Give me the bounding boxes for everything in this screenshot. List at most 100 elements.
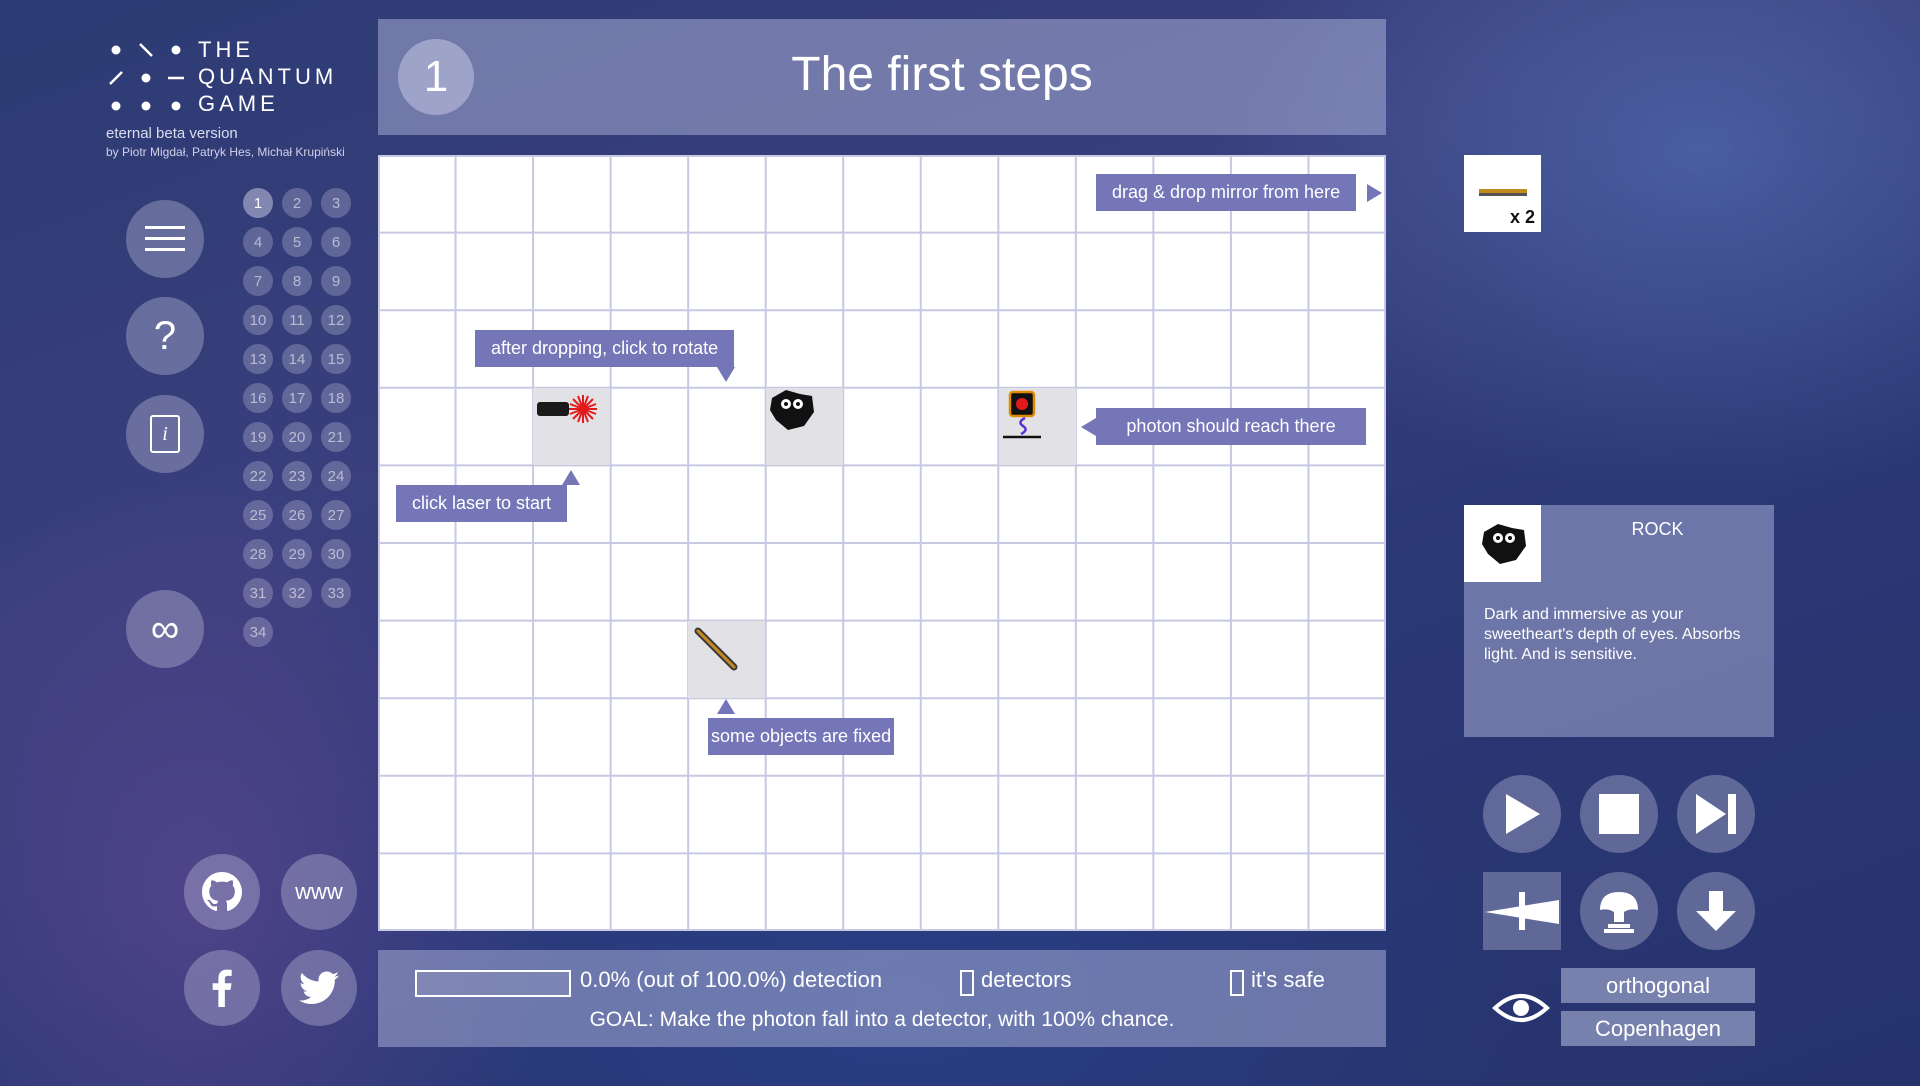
- level-button-33[interactable]: 33: [321, 578, 351, 608]
- level-button-19[interactable]: 19: [243, 422, 273, 452]
- level-button-20[interactable]: 20: [282, 422, 312, 452]
- detectors-indicator: [960, 970, 974, 996]
- stop-button[interactable]: [1580, 775, 1658, 853]
- play-button[interactable]: [1483, 775, 1561, 853]
- download-button[interactable]: [1677, 872, 1755, 950]
- www-label: www: [295, 879, 343, 904]
- laser-shoot-button[interactable]: [1483, 872, 1561, 950]
- level-button-31[interactable]: 31: [243, 578, 273, 608]
- explosion-icon: [1600, 892, 1638, 933]
- level-button-18[interactable]: 18: [321, 383, 351, 413]
- info-icon-letter: i: [162, 422, 168, 445]
- info-element-icon-box: [1464, 505, 1541, 582]
- tip-drag-mirror: drag & drop mirror from here: [1096, 174, 1357, 211]
- level-button-34[interactable]: 34: [243, 617, 273, 647]
- safe-indicator: [1230, 970, 1244, 996]
- logo-line-3: GAME: [198, 91, 279, 116]
- fixed-mirror-tile: [688, 621, 765, 698]
- detector-tile[interactable]: [999, 388, 1076, 465]
- level-button-25[interactable]: 25: [243, 500, 273, 530]
- play-icon: [1506, 794, 1540, 834]
- level-button-23[interactable]: 23: [282, 461, 312, 491]
- level-button-21[interactable]: 21: [321, 422, 351, 452]
- detector-icon: [1003, 390, 1041, 439]
- authors-label: by Piotr Migdał, Patryk Hes, Michał Krup…: [106, 145, 345, 159]
- logo-line-2: QUANTUM: [198, 64, 338, 89]
- detection-progress-bar: [415, 970, 571, 997]
- facebook-icon: [212, 969, 232, 1007]
- level-button-24[interactable]: 24: [321, 461, 351, 491]
- level-button-26[interactable]: 26: [282, 500, 312, 530]
- detection-text: 0.0% (out of 100.0%) detection: [580, 967, 883, 992]
- stop-icon: [1599, 794, 1639, 834]
- game-board[interactable]: drag & drop mirror from here after dropp…: [378, 155, 1386, 931]
- level-button-13[interactable]: 13: [243, 344, 273, 374]
- tip-drag-arrow: [1367, 184, 1382, 202]
- inventory-count: x 2: [1509, 207, 1535, 227]
- mode-copenhagen-button[interactable]: Copenhagen: [1561, 1011, 1755, 1046]
- level-button-2[interactable]: 2: [282, 188, 312, 218]
- level-button-12[interactable]: 12: [321, 305, 351, 335]
- explosion-button[interactable]: [1580, 872, 1658, 950]
- tip-rotate: after dropping, click to rotate: [475, 330, 735, 367]
- laser-tile[interactable]: [533, 388, 610, 465]
- goal-text: GOAL: Make the photon fall into a detect…: [589, 1008, 1175, 1031]
- twitter-button[interactable]: [281, 950, 357, 1026]
- rock-icon: [770, 390, 814, 430]
- tip-laser-arrow: [562, 470, 580, 485]
- info-icon: i: [150, 415, 180, 453]
- board-grid: [378, 155, 1386, 931]
- step-forward-icon: [1696, 794, 1736, 834]
- level-button-30[interactable]: 30: [321, 539, 351, 569]
- www-button[interactable]: www: [281, 854, 357, 930]
- level-button-4[interactable]: 4: [243, 227, 273, 257]
- level-title: The first steps: [791, 48, 1093, 101]
- level-button-6[interactable]: 6: [321, 227, 351, 257]
- level-button-8[interactable]: 8: [282, 266, 312, 296]
- laser-icon: [537, 395, 597, 423]
- tip-laser: click laser to start: [396, 485, 568, 522]
- element-info-panel: ROCK Dark and immersive as your sweethea…: [1464, 505, 1774, 737]
- level-button-29[interactable]: 29: [282, 539, 312, 569]
- facebook-button[interactable]: [184, 950, 260, 1026]
- logo-grid-icon: [109, 43, 184, 111]
- rock-tile[interactable]: [766, 388, 843, 465]
- level-button-17[interactable]: 17: [282, 383, 312, 413]
- level-button-28[interactable]: 28: [243, 539, 273, 569]
- detectors-label: detectors: [981, 967, 1072, 992]
- laser-icon: [1485, 892, 1559, 930]
- beta-label: eternal beta version: [106, 125, 238, 142]
- mirror-inventory[interactable]: x 2: [1464, 155, 1541, 232]
- hamburger-icon: [145, 226, 185, 251]
- github-button[interactable]: [184, 854, 260, 930]
- rock-icon: [1481, 523, 1526, 564]
- tip-fixed-arrow: [717, 699, 735, 714]
- level-button-1[interactable]: 1: [243, 188, 273, 218]
- level-button-10[interactable]: 10: [243, 305, 273, 335]
- tip-rotate-arrow: [717, 367, 735, 382]
- level-number-badge: 1: [398, 39, 474, 115]
- level-button-9[interactable]: 9: [321, 266, 351, 296]
- level-button-32[interactable]: 32: [282, 578, 312, 608]
- level-button-3[interactable]: 3: [321, 188, 351, 218]
- infinity-icon: ∞: [150, 606, 180, 651]
- safe-label: it's safe: [1251, 967, 1325, 992]
- menu-button[interactable]: [126, 200, 204, 278]
- step-forward-button[interactable]: [1677, 775, 1755, 853]
- level-button-27[interactable]: 27: [321, 500, 351, 530]
- level-button-15[interactable]: 15: [321, 344, 351, 374]
- github-icon: [202, 872, 242, 912]
- level-button-16[interactable]: 16: [243, 383, 273, 413]
- help-button[interactable]: ?: [126, 297, 204, 375]
- info-button[interactable]: i: [126, 395, 204, 473]
- tip-fixed: some objects are fixed: [708, 718, 895, 755]
- level-button-7[interactable]: 7: [243, 266, 273, 296]
- level-button-5[interactable]: 5: [282, 227, 312, 257]
- level-button-11[interactable]: 11: [282, 305, 312, 335]
- download-icon: [1696, 891, 1736, 931]
- level-button-22[interactable]: 22: [243, 461, 273, 491]
- sandbox-button[interactable]: ∞: [126, 590, 204, 668]
- mode-orthogonal-button[interactable]: orthogonal: [1561, 968, 1755, 1003]
- level-button-14[interactable]: 14: [282, 344, 312, 374]
- twitter-icon: [299, 971, 339, 1004]
